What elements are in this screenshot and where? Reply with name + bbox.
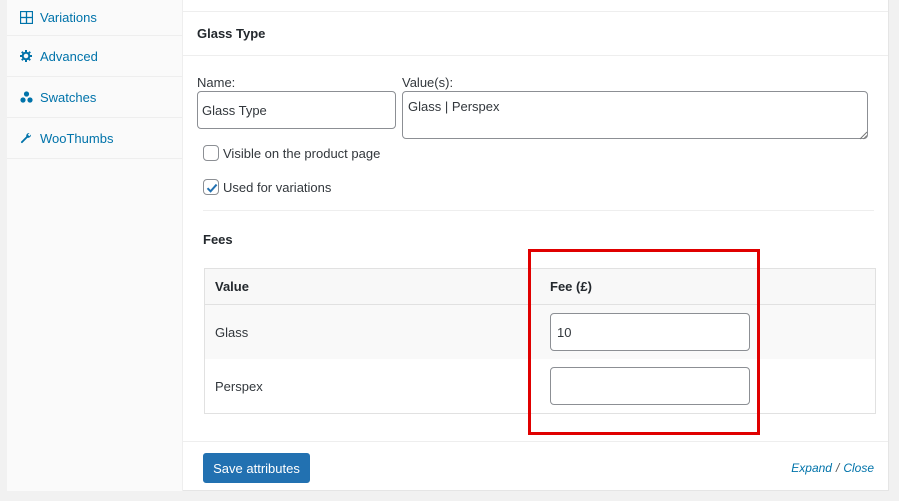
attribute-name-input[interactable] xyxy=(197,91,396,129)
section-divider xyxy=(203,210,874,211)
attributes-footer: Save attributes Expand / Close xyxy=(183,441,888,491)
fees-title: Fees xyxy=(203,232,233,247)
sidebar-item-variations[interactable]: Variations xyxy=(7,0,182,36)
previous-attribute-strip xyxy=(183,0,888,12)
attribute-title: Glass Type xyxy=(197,26,266,41)
sidebar-item-swatches[interactable]: Swatches xyxy=(7,77,182,118)
grid-icon xyxy=(19,11,33,25)
used-for-variations-option[interactable]: Used for variations xyxy=(203,179,331,195)
visible-on-product-page-option[interactable]: Visible on the product page xyxy=(203,145,380,161)
sidebar-item-label: Swatches xyxy=(40,89,97,105)
sidebar-item-label: Variations xyxy=(40,10,97,25)
table-row: Perspex xyxy=(205,359,875,413)
column-header-fee: Fee (£) xyxy=(550,279,592,294)
sidebar-item-label: WooThumbs xyxy=(40,130,114,146)
product-data-tabs: Variations Advanced Swatches WooThumbs xyxy=(7,0,183,491)
wrench-icon xyxy=(19,131,33,145)
toggle-separator: / xyxy=(835,461,840,475)
variations-checkbox-label: Used for variations xyxy=(223,179,332,195)
save-attributes-button[interactable]: Save attributes xyxy=(203,453,310,483)
gear-icon xyxy=(19,49,33,63)
variations-checkbox[interactable] xyxy=(203,179,219,195)
sidebar-item-woothumbs[interactable]: WooThumbs xyxy=(7,118,182,159)
fee-value-label: Perspex xyxy=(215,378,263,394)
sidebar-item-advanced[interactable]: Advanced xyxy=(7,36,182,77)
name-label: Name: xyxy=(197,75,236,90)
resize-grip-icon[interactable] xyxy=(859,128,868,140)
table-row: Glass xyxy=(205,305,875,359)
sidebar-item-label: Advanced xyxy=(40,48,98,64)
dots-icon xyxy=(19,90,33,104)
values-label: Value(s): xyxy=(402,75,454,90)
fee-value-label: Glass xyxy=(215,324,249,340)
visible-checkbox-label: Visible on the product page xyxy=(223,145,381,161)
product-data-panel: Variations Advanced Swatches WooThumbs G… xyxy=(7,0,889,491)
expand-close-toggle: Expand / Close xyxy=(791,461,874,475)
attributes-panel: Glass Type Name: Value(s): Glass | Persp… xyxy=(183,0,888,491)
fees-table: Value Fee (£) Glass Perspex xyxy=(204,268,876,414)
close-link[interactable]: Close xyxy=(843,461,874,475)
expand-link[interactable]: Expand xyxy=(791,461,832,475)
fee-input[interactable] xyxy=(550,367,750,405)
column-header-value: Value xyxy=(215,279,249,294)
fees-table-header: Value Fee (£) xyxy=(205,269,875,305)
attribute-values-textarea[interactable]: Glass | Perspex xyxy=(402,91,868,139)
visible-checkbox[interactable] xyxy=(203,145,219,161)
fee-input[interactable] xyxy=(550,313,750,351)
attribute-header[interactable]: Glass Type xyxy=(183,12,888,56)
